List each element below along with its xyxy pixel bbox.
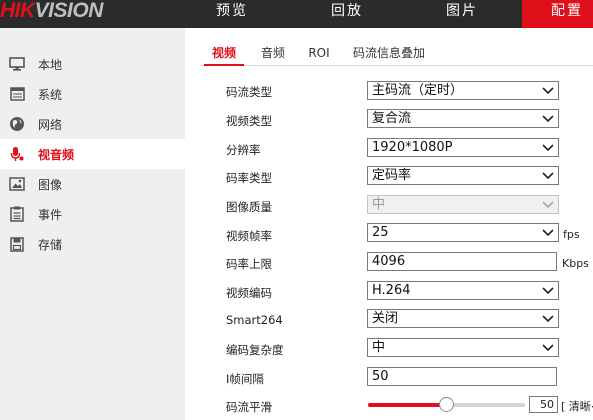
tab-audio[interactable]: 音频 xyxy=(255,40,291,66)
sidebar-item-label: 本地 xyxy=(38,57,63,72)
max-bitrate-value: 4096 xyxy=(372,254,406,269)
i-frame-interval-input[interactable]: 50 xyxy=(367,367,557,386)
smart264-label: Smart264 xyxy=(226,313,283,327)
nav-picture[interactable]: 图片 xyxy=(427,0,497,28)
sidebar-item-label: 图像 xyxy=(38,177,63,192)
event-list-icon xyxy=(9,206,25,222)
video-encoding-select[interactable]: H.264 xyxy=(367,281,559,300)
top-nav-bar: HIKVISION 预览 回放 图片 配置 xyxy=(0,0,593,28)
tab-roi[interactable]: ROI xyxy=(304,40,334,66)
bitrate-type-select[interactable]: 定码率 xyxy=(367,166,559,185)
chevron-down-icon xyxy=(542,229,554,237)
frame-rate-select[interactable]: 25 xyxy=(367,223,559,242)
chevron-down-icon xyxy=(542,201,554,209)
smart264-select[interactable]: 关闭 xyxy=(367,309,559,328)
resolution-label: 分辨率 xyxy=(226,143,261,157)
resolution-select[interactable]: 1920*1080P xyxy=(367,138,559,157)
stream-smoothing-slider-fill xyxy=(368,403,447,407)
sidebar-item-event[interactable]: 事件 xyxy=(0,199,185,229)
stream-smoothing-label: 码流平滑 xyxy=(226,400,272,414)
image-quality-select: 中 xyxy=(367,195,559,214)
resolution-value: 1920*1080P xyxy=(372,140,453,155)
settings-tabs: 视频 音频 ROI 码流信息叠加 xyxy=(200,40,593,66)
globe-icon xyxy=(9,116,25,132)
encoding-complexity-label: 编码复杂度 xyxy=(226,343,284,357)
stream-smoothing-value[interactable]: 50 xyxy=(529,396,558,413)
encoding-complexity-value: 中 xyxy=(372,340,386,355)
video-type-label: 视频类型 xyxy=(226,114,272,128)
stream-smoothing-note: [ 清晰< xyxy=(561,400,593,413)
sidebar-item-label: 事件 xyxy=(38,207,63,222)
monitor-icon xyxy=(9,56,25,72)
video-encoding-label: 视频编码 xyxy=(226,286,272,300)
stream-type-label: 码流类型 xyxy=(226,85,272,99)
tab-video[interactable]: 视频 xyxy=(204,40,244,66)
video-type-value: 复合流 xyxy=(372,111,412,126)
max-bitrate-unit: Kbps xyxy=(562,257,589,270)
chevron-down-icon xyxy=(542,115,554,123)
hikvision-logo: HIKVISION xyxy=(0,0,103,26)
frame-rate-unit: fps xyxy=(563,228,580,241)
sidebar-item-image[interactable]: 图像 xyxy=(0,169,185,199)
i-frame-interval-value: 50 xyxy=(372,369,389,384)
sidebar-item-label: 系统 xyxy=(38,87,63,102)
tab-stream-info-overlay[interactable]: 码流信息叠加 xyxy=(352,40,426,66)
chevron-down-icon xyxy=(542,315,554,323)
stream-type-select[interactable]: 主码流（定时） xyxy=(367,81,559,100)
i-frame-interval-label: I帧间隔 xyxy=(226,372,264,386)
max-bitrate-input[interactable]: 4096 xyxy=(367,252,557,271)
microphone-icon xyxy=(9,146,25,162)
chevron-down-icon xyxy=(542,344,554,352)
sidebar-item-network[interactable]: 网络 xyxy=(0,109,185,139)
storage-icon xyxy=(9,236,25,252)
nav-configuration[interactable]: 配置 xyxy=(522,0,593,28)
logo-vision: VISION xyxy=(34,0,104,22)
image-quality-label: 图像质量 xyxy=(226,200,272,214)
nav-playback[interactable]: 回放 xyxy=(312,0,382,28)
nav-preview[interactable]: 预览 xyxy=(197,0,267,28)
smart264-value: 关闭 xyxy=(372,311,399,326)
bitrate-type-label: 码率类型 xyxy=(226,171,272,185)
sidebar-item-system[interactable]: 系统 xyxy=(0,79,185,109)
sidebar-item-label: 存储 xyxy=(38,237,63,252)
frame-rate-label: 视频帧率 xyxy=(226,229,272,243)
stream-smoothing-slider-thumb[interactable] xyxy=(439,397,454,412)
video-encoding-value: H.264 xyxy=(372,283,411,298)
encoding-complexity-select[interactable]: 中 xyxy=(367,338,559,357)
max-bitrate-label: 码率上限 xyxy=(226,257,272,271)
bitrate-type-value: 定码率 xyxy=(372,168,412,183)
frame-rate-value: 25 xyxy=(372,225,389,240)
image-icon xyxy=(9,176,25,192)
chevron-down-icon xyxy=(542,172,554,180)
sidebar-item-storage[interactable]: 存储 xyxy=(0,229,185,259)
sidebar-item-video-audio[interactable]: 视音频 xyxy=(0,139,185,169)
sidebar-item-local[interactable]: 本地 xyxy=(0,49,185,79)
chevron-down-icon xyxy=(542,144,554,152)
chevron-down-icon xyxy=(542,287,554,295)
logo-hik: HIK xyxy=(0,0,35,22)
video-type-select[interactable]: 复合流 xyxy=(367,109,559,128)
sidebar-item-label: 网络 xyxy=(38,117,63,132)
stream-type-value: 主码流（定时） xyxy=(372,83,464,98)
sidebar-item-label: 视音频 xyxy=(38,147,75,162)
system-icon xyxy=(9,86,25,102)
image-quality-value: 中 xyxy=(372,197,386,212)
chevron-down-icon xyxy=(542,87,554,95)
